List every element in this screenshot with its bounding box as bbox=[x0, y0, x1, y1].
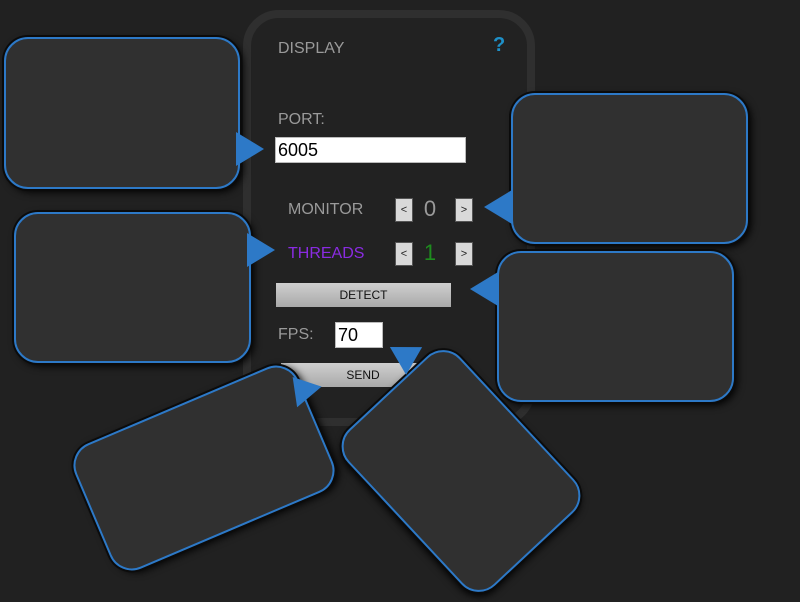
threads-decrement-button[interactable]: < bbox=[395, 242, 413, 266]
callout-bubble-threads bbox=[14, 212, 251, 363]
fps-input[interactable] bbox=[335, 322, 383, 348]
callout-pointer-monitor bbox=[484, 190, 512, 224]
callout-bubble-monitor bbox=[511, 93, 748, 244]
threads-value: 1 bbox=[423, 240, 437, 265]
callout-bubble-detect bbox=[497, 251, 734, 402]
threads-increment-button[interactable]: > bbox=[455, 242, 473, 266]
detect-button[interactable]: DETECT bbox=[275, 282, 452, 308]
monitor-value: 0 bbox=[423, 196, 437, 221]
callout-bubble-port bbox=[4, 37, 240, 189]
port-label: PORT: bbox=[278, 111, 325, 128]
panel-title: DISPLAY bbox=[278, 40, 345, 57]
callout-pointer-port bbox=[236, 132, 264, 166]
help-icon[interactable]: ? bbox=[493, 34, 505, 57]
callout-pointer-detect bbox=[470, 272, 498, 306]
threads-label: THREADS bbox=[288, 245, 365, 262]
fps-label: FPS: bbox=[278, 326, 314, 343]
monitor-label: MONITOR bbox=[288, 201, 364, 218]
monitor-decrement-button[interactable]: < bbox=[395, 198, 413, 222]
monitor-increment-button[interactable]: > bbox=[455, 198, 473, 222]
callout-pointer-threads bbox=[247, 233, 275, 267]
port-input[interactable] bbox=[275, 137, 466, 163]
